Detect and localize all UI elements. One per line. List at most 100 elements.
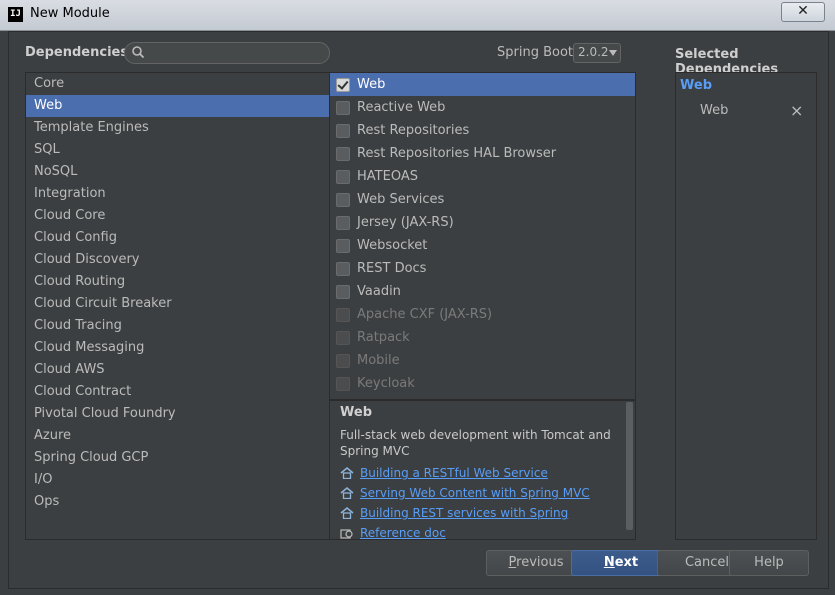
dependency-item[interactable]: Jersey (JAX-RS) bbox=[330, 211, 635, 234]
dependency-label: REST Docs bbox=[357, 261, 427, 276]
guide-link[interactable]: Serving Web Content with Spring MVC bbox=[340, 484, 590, 502]
guide-link[interactable]: Reference doc bbox=[340, 524, 446, 540]
dependency-label: Jersey (JAX-RS) bbox=[357, 215, 454, 230]
next-label: ext bbox=[614, 555, 639, 570]
dependency-checkbox[interactable] bbox=[336, 147, 350, 161]
dependency-checkbox bbox=[336, 354, 350, 368]
guide-link[interactable]: Building a RESTful Web Service bbox=[340, 464, 548, 482]
category-list: Core Web Template Engines SQL NoSQL Integrati… bbox=[25, 72, 330, 540]
category-item[interactable]: Pivotal Cloud Foundry bbox=[26, 403, 329, 425]
next-mnemonic: N bbox=[603, 555, 615, 570]
home-icon bbox=[340, 507, 354, 519]
guide-link-label: Serving Web Content with Spring MVC bbox=[360, 486, 590, 500]
selected-dependencies-panel: Web Web × bbox=[675, 72, 817, 540]
description-scrollbar[interactable] bbox=[626, 402, 633, 530]
guide-link[interactable]: Building REST services with Spring bbox=[340, 504, 568, 522]
category-item[interactable]: Spring Cloud GCP bbox=[26, 447, 329, 469]
category-item[interactable]: Cloud Core bbox=[26, 205, 329, 227]
window-title: New Module bbox=[30, 6, 110, 21]
category-item[interactable]: NoSQL bbox=[26, 161, 329, 183]
category-item[interactable]: Web bbox=[26, 95, 329, 117]
dependency-label: Apache CXF (JAX-RS) bbox=[357, 307, 493, 322]
dependency-item: Keycloak bbox=[330, 372, 635, 395]
dependency-label: Web Services bbox=[357, 192, 445, 207]
spring-boot-version-value: 2.0.2 bbox=[578, 45, 609, 59]
category-item[interactable]: Cloud Messaging bbox=[26, 337, 329, 359]
next-button[interactable]: Next bbox=[571, 550, 671, 576]
dependency-item: Ratpack bbox=[330, 326, 635, 349]
dependency-item[interactable]: Rest Repositories HAL Browser bbox=[330, 142, 635, 165]
dependency-item[interactable]: Vaadin bbox=[330, 280, 635, 303]
dependency-checkbox[interactable] bbox=[336, 239, 350, 253]
category-item[interactable]: I/O bbox=[26, 469, 329, 491]
category-item[interactable]: Cloud Circuit Breaker bbox=[26, 293, 329, 315]
dependency-checkbox bbox=[336, 377, 350, 391]
category-item[interactable]: Core bbox=[26, 73, 329, 95]
dependencies-heading: Dependencies bbox=[25, 45, 129, 60]
reference-doc-icon bbox=[340, 529, 353, 539]
category-item[interactable]: Template Engines bbox=[26, 117, 329, 139]
dependency-label: HATEOAS bbox=[357, 169, 418, 184]
chevron-down-icon bbox=[609, 50, 617, 56]
window-close-button[interactable]: ✕ bbox=[781, 2, 825, 22]
category-item[interactable]: Cloud Discovery bbox=[26, 249, 329, 271]
dependency-item[interactable]: Web Services bbox=[330, 188, 635, 211]
dependency-label: Ratpack bbox=[357, 330, 410, 345]
dependency-checkbox[interactable] bbox=[336, 216, 350, 230]
category-item[interactable]: Cloud Routing bbox=[26, 271, 329, 293]
description-text: Full-stack web development with Tomcat a… bbox=[340, 428, 611, 458]
remove-icon[interactable]: × bbox=[790, 101, 803, 120]
guide-link-label: Building REST services with Spring bbox=[360, 506, 569, 520]
selected-item-label: Web bbox=[700, 103, 729, 118]
dependency-item[interactable]: Rest Repositories bbox=[330, 119, 635, 142]
dependency-checkbox[interactable] bbox=[336, 101, 350, 115]
dependency-label: Vaadin bbox=[357, 284, 401, 299]
help-button[interactable]: Help bbox=[729, 550, 809, 576]
dependency-label: Web bbox=[357, 77, 386, 92]
category-item[interactable]: Cloud AWS bbox=[26, 359, 329, 381]
selected-group-label: Web bbox=[680, 78, 712, 93]
category-item[interactable]: Cloud Contract bbox=[26, 381, 329, 403]
dependency-label: Websocket bbox=[357, 238, 428, 253]
search-box[interactable] bbox=[124, 42, 330, 64]
category-item[interactable]: Integration bbox=[26, 183, 329, 205]
dependency-checkbox[interactable] bbox=[336, 193, 350, 207]
description-title: Web bbox=[340, 405, 372, 420]
guide-link-label: Building a RESTful Web Service bbox=[360, 466, 548, 480]
dependency-checkbox[interactable] bbox=[336, 170, 350, 184]
search-icon bbox=[132, 46, 145, 59]
dialog-content: Dependencies Spring Boot 2.0.2 Selected … bbox=[8, 31, 829, 589]
dependency-item[interactable]: Web bbox=[330, 73, 635, 96]
home-icon bbox=[340, 487, 354, 499]
intellij-app-icon: IJ bbox=[8, 7, 23, 22]
spring-boot-version-select[interactable]: 2.0.2 bbox=[573, 43, 621, 63]
category-item[interactable]: Cloud Config bbox=[26, 227, 329, 249]
guide-link-label: Reference doc bbox=[360, 526, 446, 540]
description-panel: Web Full-stack web development with Tomc… bbox=[329, 400, 636, 540]
dependency-item[interactable]: HATEOAS bbox=[330, 165, 635, 188]
dependency-checkbox bbox=[336, 308, 350, 322]
dependency-list: Web Reactive Web Rest Repositories Rest Rep… bbox=[329, 72, 636, 400]
dependency-checkbox[interactable] bbox=[336, 285, 350, 299]
dependency-label: Rest Repositories bbox=[357, 123, 470, 138]
dependency-item: Mobile bbox=[330, 349, 635, 372]
category-item[interactable]: SQL bbox=[26, 139, 329, 161]
previous-mnemonic: P bbox=[508, 555, 517, 570]
dependency-item[interactable]: Websocket bbox=[330, 234, 635, 257]
category-item[interactable]: Azure bbox=[26, 425, 329, 447]
category-item[interactable]: Cloud Tracing bbox=[26, 315, 329, 337]
home-icon bbox=[340, 467, 354, 479]
category-item[interactable]: Ops bbox=[26, 491, 329, 513]
spring-boot-label: Spring Boot bbox=[497, 45, 574, 60]
dependency-item: Apache CXF (JAX-RS) bbox=[330, 303, 635, 326]
dependency-item[interactable]: Reactive Web bbox=[330, 96, 635, 119]
dependency-checkbox bbox=[336, 331, 350, 345]
search-input[interactable] bbox=[149, 44, 319, 60]
dependency-label: Rest Repositories HAL Browser bbox=[357, 146, 557, 161]
dependency-checkbox[interactable] bbox=[336, 124, 350, 138]
dependency-label: Keycloak bbox=[357, 376, 415, 391]
dependency-checkbox[interactable] bbox=[336, 78, 350, 92]
dependency-item[interactable]: REST Docs bbox=[330, 257, 635, 280]
window-titlebar: IJ New Module ✕ bbox=[0, 0, 835, 31]
dependency-checkbox[interactable] bbox=[336, 262, 350, 276]
